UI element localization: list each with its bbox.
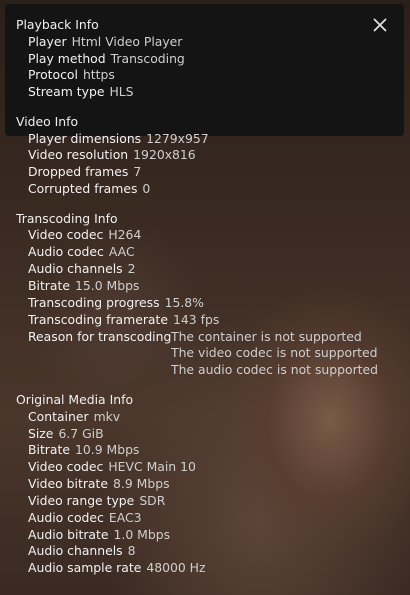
row-value: 15.0 Mbps (74, 278, 140, 293)
row-label: Corrupted frames (28, 181, 138, 196)
row-value: AAC (108, 244, 135, 259)
row-label: Audio bitrate (28, 527, 109, 542)
row-value: 6.7 GiB (58, 426, 104, 441)
row-value: 8 (127, 543, 136, 558)
row-label: Stream type (28, 84, 105, 99)
row-value: 1920x816 (133, 147, 196, 162)
info-row: Video bitrate 8.9 Mbps (28, 476, 170, 492)
info-row: Player dimensions 1279x957 (28, 131, 209, 147)
row-label: Audio codec (28, 510, 104, 525)
row-value: https (82, 67, 115, 82)
row-value: 48000 Hz (146, 560, 206, 575)
info-row: Audio channels 8 (28, 543, 136, 559)
row-value: 0 (142, 181, 151, 196)
row-label: Bitrate (28, 442, 70, 457)
info-row: Stream type HLS (28, 84, 134, 100)
row-value: Html Video Player (71, 34, 183, 49)
info-row: Video resolution 1920x816 (28, 147, 196, 163)
row-value: EAC3 (108, 510, 142, 525)
row-label: Video codec (28, 227, 104, 242)
row-value: 7 (133, 164, 142, 179)
row-value: 2 (127, 261, 136, 276)
info-row-reason: Reason for transcoding (28, 329, 171, 345)
reason-item: The container is not supported (171, 328, 362, 344)
row-value: HLS (109, 84, 134, 99)
row-value: 1.0 Mbps (113, 527, 171, 542)
info-row: Bitrate 15.0 Mbps (28, 278, 139, 294)
row-label: Reason for transcoding (28, 329, 172, 344)
row-label: Video bitrate (28, 476, 108, 491)
close-icon (373, 18, 387, 32)
info-row: Audio bitrate 1.0 Mbps (28, 527, 170, 543)
info-row: Audio codec EAC3 (28, 510, 141, 526)
transcode-reasons-list: The container is not supported The video… (171, 329, 378, 379)
info-row: Video codec HEVC Main 10 (28, 459, 196, 475)
info-row: Player Html Video Player (28, 34, 182, 50)
row-label: Size (28, 426, 54, 441)
row-label: Transcoding progress (28, 295, 160, 310)
row-label: Audio sample rate (28, 560, 142, 575)
info-row: Audio codec AAC (28, 244, 135, 260)
info-row: Play method Transcoding (28, 51, 185, 67)
info-row: Corrupted frames 0 (28, 181, 150, 197)
info-row: Protocol https (28, 67, 115, 83)
row-value: 10.9 Mbps (74, 442, 140, 457)
info-row: Size 6.7 GiB (28, 426, 104, 442)
row-label: Protocol (28, 67, 78, 82)
row-label: Audio codec (28, 244, 104, 259)
row-label: Play method (28, 51, 106, 66)
row-label: Player (28, 34, 67, 49)
row-label: Container (28, 409, 89, 424)
info-row: Transcoding framerate 143 fps (28, 312, 219, 328)
row-value: 8.9 Mbps (113, 476, 170, 491)
row-value: Transcoding (110, 51, 185, 66)
section-title-video: Video Info (16, 114, 79, 129)
section-title-playback: Playback Info (16, 17, 99, 32)
info-row: Bitrate 10.9 Mbps (28, 442, 139, 458)
info-row: Audio channels 2 (28, 261, 136, 277)
row-label: Dropped frames (28, 164, 129, 179)
info-row: Video codec H264 (28, 227, 141, 243)
row-label: Video range type (28, 493, 135, 508)
row-value: 1279x957 (146, 131, 209, 146)
row-label: Audio channels (28, 261, 123, 276)
section-title-original: Original Media Info (16, 392, 134, 407)
info-row: Container mkv (28, 409, 120, 425)
row-value: HEVC Main 10 (108, 459, 196, 474)
row-value: mkv (93, 409, 121, 424)
playback-info-overlay: Playback Info Player Html Video Player Pl… (0, 0, 410, 595)
info-row: Transcoding progress 15.8% (28, 295, 204, 311)
section-title-transcoding: Transcoding Info (16, 211, 118, 226)
row-label: Video resolution (28, 147, 129, 162)
row-label: Transcoding framerate (28, 312, 169, 327)
row-value: 15.8% (164, 295, 204, 310)
reason-item: The audio codec is not supported (171, 362, 379, 378)
row-label: Bitrate (28, 278, 70, 293)
info-row: Video range type SDR (28, 493, 165, 509)
row-label: Audio channels (28, 543, 123, 558)
close-button[interactable] (367, 13, 393, 37)
row-value: SDR (139, 493, 166, 508)
row-value: 143 fps (173, 312, 220, 327)
row-label: Player dimensions (28, 131, 142, 146)
row-value: H264 (108, 227, 142, 242)
info-row: Dropped frames 7 (28, 164, 141, 180)
reason-item: The video codec is not supported (171, 345, 378, 361)
row-label: Video codec (28, 459, 104, 474)
info-row: Audio sample rate 48000 Hz (28, 560, 206, 576)
